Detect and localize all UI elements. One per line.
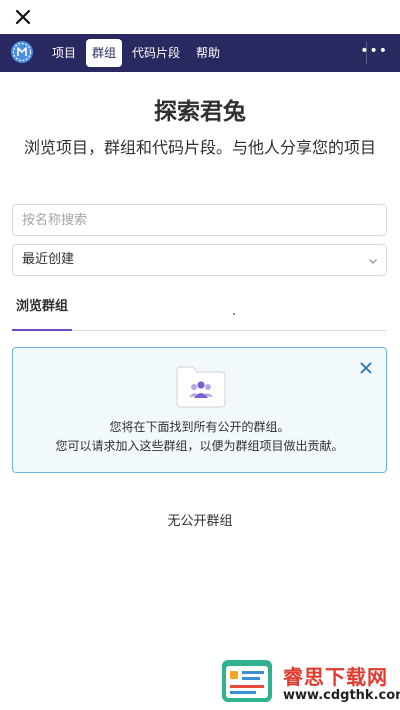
watermark-title: 睿思下载网 <box>283 665 388 689</box>
top-bar <box>0 0 400 34</box>
tab-bar: 浏览群组 <box>12 290 387 331</box>
nav-menu: 项目 群组 代码片段 帮助 <box>46 39 226 67</box>
watermark-url: www.cdgthk.com <box>283 688 400 703</box>
stray-dot <box>233 313 235 315</box>
more-menu-icon[interactable]: ••• <box>360 43 388 59</box>
close-icon[interactable] <box>12 6 34 28</box>
page-title: 探索君兔 <box>154 99 246 125</box>
alert-message-line1: 您将在下面找到所有公开的群组。 <box>109 420 290 434</box>
chevron-down-icon <box>369 259 377 264</box>
sort-select-value: 最近创建 <box>22 252 75 267</box>
gitee-logo-icon[interactable] <box>10 40 34 64</box>
nav-item-help[interactable]: 帮助 <box>190 39 226 67</box>
alert-message-line2: 您可以请求加入这些群组，以便为群组项目做出贡献。 <box>55 439 344 453</box>
folder-users-icon <box>176 366 226 408</box>
watermark-logo-icon <box>222 660 272 702</box>
info-alert: 您将在下面找到所有公开的群组。 您可以请求加入这些群组，以便为群组项目做出贡献。 <box>12 347 387 473</box>
nav-item-snippets[interactable]: 代码片段 <box>126 39 186 67</box>
tab-browse-groups[interactable]: 浏览群组 <box>12 290 72 331</box>
empty-state-text: 无公开群组 <box>167 514 233 529</box>
nav-item-projects[interactable]: 项目 <box>46 39 82 67</box>
sort-select[interactable]: 最近创建 <box>12 244 387 276</box>
nav-item-groups[interactable]: 群组 <box>86 39 123 67</box>
search-input[interactable] <box>12 204 387 236</box>
navbar: 项目 群组 代码片段 帮助 ••• <box>0 34 400 72</box>
page-subtitle: 浏览项目，群组和代码片段。与他人分享您的项目 <box>23 138 376 157</box>
close-alert-icon[interactable] <box>360 362 372 374</box>
